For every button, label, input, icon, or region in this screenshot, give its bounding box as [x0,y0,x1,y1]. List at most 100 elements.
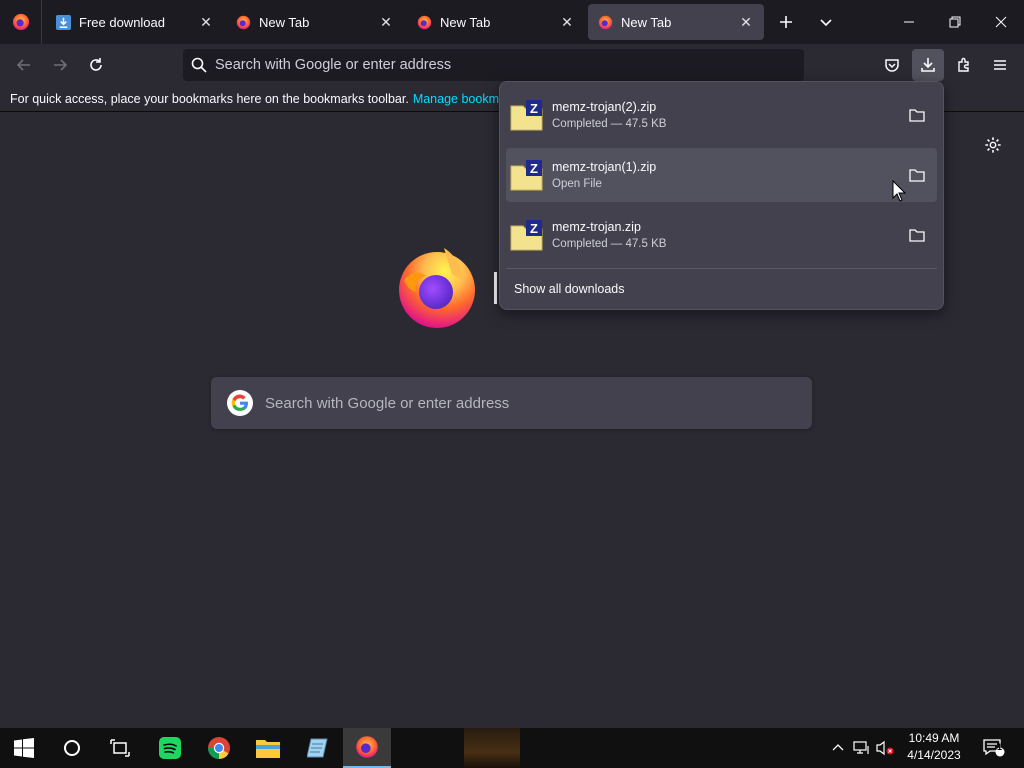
taskbar-clock[interactable]: 10:49 AM 4/14/2023 [896,730,972,766]
tab-new-tab-1[interactable]: New Tab ✕ [226,4,404,40]
restore-icon [949,16,961,28]
firefox-icon [598,15,613,29]
spotify-icon [159,737,181,759]
show-all-downloads-label: Show all downloads [514,282,625,296]
show-in-folder-button[interactable] [903,161,931,189]
firefox-icon [12,13,29,31]
download-filename: memz-trojan(1).zip [552,160,657,174]
restore-button[interactable] [932,0,978,44]
new-tab-search-box[interactable] [211,377,812,429]
firefox-icon [356,736,378,758]
list-all-tabs-button[interactable] [812,8,840,36]
tab-new-tab-active[interactable]: New Tab ✕ [588,4,764,40]
close-window-button[interactable] [978,0,1024,44]
download-status: Completed — 47.5 KB [552,118,667,130]
tab-free-download[interactable]: Free download ✕ [46,4,224,40]
tab-close-icon[interactable]: ✕ [378,14,394,30]
network-tray-button[interactable] [850,728,874,768]
download-filename: memz-trojan(2).zip [552,100,657,114]
clock-time: 10:49 AM [908,731,960,745]
task-view-icon [110,739,130,757]
show-hidden-icons-button[interactable] [828,728,848,768]
new-tab-search-input[interactable] [265,394,765,412]
folder-icon [909,169,925,182]
new-tab-button[interactable] [772,8,800,36]
svg-text:Z: Z [530,101,538,116]
plus-icon [780,16,792,28]
download-item[interactable]: Z memz-trojan(1).zip Open File [506,148,937,202]
desktop-wallpaper-peek [464,728,520,768]
windows-taskbar: 10:49 AM 4/14/2023 1 [0,728,1024,768]
reload-icon [90,58,102,71]
cortana-circle-icon [64,740,80,756]
firefox-taskbar-icon[interactable] [343,728,391,768]
folder-icon [909,229,925,242]
task-view-button[interactable] [96,728,144,768]
url-input[interactable] [215,57,775,73]
show-in-folder-button[interactable] [903,101,931,129]
svg-text:Z: Z [530,221,538,236]
tab-close-icon[interactable]: ✕ [738,14,754,30]
close-icon [995,16,1007,28]
svg-text:Z: Z [530,161,538,176]
start-button[interactable] [0,728,48,768]
back-arrow-icon [16,59,30,71]
notepad-taskbar-icon[interactable] [294,728,342,768]
zip-archive-icon: Z [510,100,543,131]
firefox-view-button[interactable] [0,0,42,44]
forward-arrow-icon [54,59,68,71]
screen: Free download ✕ New Tab ✕ New Tab ✕ New … [0,0,1024,768]
tab-label: New Tab [621,14,672,30]
chevron-down-icon [820,19,832,27]
tab-label: Free download [79,14,165,30]
customize-new-tab-button[interactable] [980,132,1006,158]
reload-button[interactable] [82,51,110,79]
chevron-up-icon [832,744,844,751]
cortana-button[interactable] [48,728,96,768]
firefox-icon [417,15,432,29]
network-icon [853,741,869,754]
forward-button[interactable] [46,51,74,79]
clock-date: 4/14/2023 [907,748,961,762]
tab-label: New Tab [259,14,310,30]
hamburger-menu-icon [994,60,1006,70]
notepad-icon [307,738,328,758]
zip-archive-icon: Z [510,160,543,191]
back-button[interactable] [10,51,38,79]
file-explorer-taskbar-icon[interactable] [244,728,292,768]
gear-icon [985,137,1001,153]
pocket-button[interactable] [876,49,908,81]
mouse-pointer-icon [892,180,906,202]
chrome-taskbar-icon[interactable] [195,728,243,768]
tab-new-tab-2[interactable]: New Tab ✕ [407,4,585,40]
download-item[interactable]: Z memz-trojan.zip Completed — 47.5 KB [506,208,937,262]
show-all-downloads-button[interactable]: Show all downloads [506,269,937,309]
chrome-icon [208,737,230,759]
volume-tray-button[interactable] [874,728,896,768]
show-in-folder-button[interactable] [903,221,931,249]
downloads-panel: Z memz-trojan(2).zip Completed — 47.5 KB… [499,81,944,310]
firefox-logo [399,248,475,328]
puzzle-piece-icon [958,57,969,72]
navigation-toolbar [0,44,1024,86]
app-menu-button[interactable] [984,49,1016,81]
tab-close-icon[interactable]: ✕ [559,14,575,30]
download-filename: memz-trojan.zip [552,220,641,234]
google-g-icon [227,390,253,416]
windows-logo-icon [14,738,34,758]
download-arrow-icon [921,58,935,72]
spotify-taskbar-icon[interactable] [146,728,194,768]
download-status: Completed — 47.5 KB [552,238,667,250]
minimize-button[interactable] [886,0,932,44]
folder-icon [256,740,280,758]
url-bar[interactable] [183,49,804,81]
extensions-button[interactable] [948,49,980,81]
firefox-icon [236,15,251,29]
tab-close-icon[interactable]: ✕ [198,14,214,30]
search-icon [191,57,207,73]
download-item[interactable]: Z memz-trojan(2).zip Completed — 47.5 KB [506,88,937,142]
download-status: Open File [552,178,602,190]
folder-icon [909,109,925,122]
action-center-button[interactable]: 1 [976,728,1012,768]
notification-count: 1 [997,742,1003,752]
